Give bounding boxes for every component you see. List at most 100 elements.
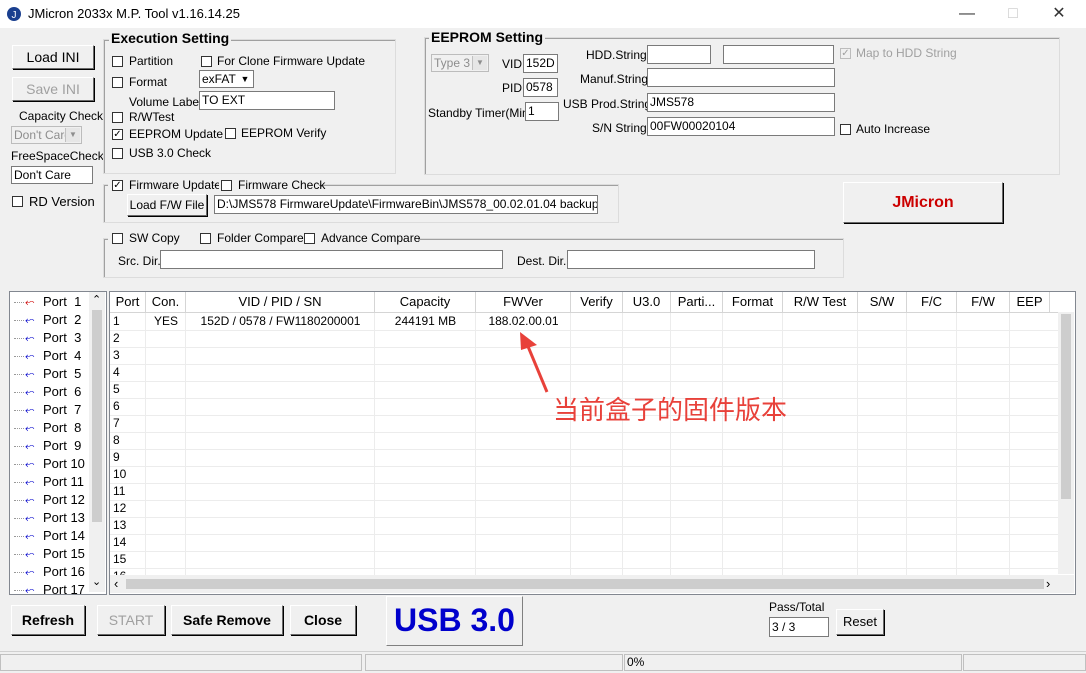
usb3-check-label: USB 3.0 Check [129,146,212,160]
column-header[interactable]: S/W [858,292,907,312]
close-button[interactable]: Close [290,605,356,635]
column-header[interactable]: Con. [146,292,186,312]
device-grid[interactable]: Port Con. VID / PID / SN Capacity FWVer Verif… [109,291,1076,595]
table-row[interactable]: 14 [110,534,1058,552]
scroll-right-icon[interactable]: › [1046,576,1050,591]
start-button[interactable]: START [97,605,165,635]
tree-connector [14,536,24,538]
standby-timer-field[interactable]: 1 [525,102,559,121]
safe-remove-button[interactable]: Safe Remove [171,605,283,635]
volume-label-field[interactable]: TO EXT [199,91,335,110]
clone-fw-checkbox[interactable] [201,56,212,67]
format-select[interactable]: exFAT ▼ [199,70,254,88]
port-tree-item[interactable]: ⬿ Port 6 [14,383,81,401]
table-row[interactable]: 1 YES 152D / 0578 / FW1180200001 244191 MB 1… [110,313,1058,331]
port-tree-item[interactable]: ⬿ Port 12 [14,491,85,509]
column-header[interactable]: Format [723,292,783,312]
column-header[interactable]: F/C [907,292,957,312]
sn-string-field[interactable]: 00FW00020104 [647,117,835,136]
vid-field[interactable]: 152D [523,54,558,73]
format-checkbox[interactable] [112,77,123,88]
table-row[interactable]: 15 [110,551,1058,569]
column-header[interactable]: Port [110,292,146,312]
map-hdd-checkbox[interactable]: ✓ [840,48,851,59]
port-tree-item[interactable]: ⬿ Port 9 [14,437,81,455]
maximize-button[interactable]: □ [990,0,1036,28]
hdd-string-field-1[interactable] [647,45,711,64]
column-header[interactable]: F/W [957,292,1010,312]
column-header[interactable]: EEP [1010,292,1050,312]
column-header[interactable]: Parti... [671,292,723,312]
hdd-string-field-2[interactable] [723,45,834,64]
fw-path-field[interactable]: D:\JMS578 FirmwareUpdate\FirmwareBin\JMS… [214,195,598,214]
scroll-left-icon[interactable]: ‹ [114,576,118,591]
table-row[interactable]: 12 [110,500,1058,518]
auto-increase-checkbox[interactable] [840,124,851,135]
column-header[interactable]: U3.0 [623,292,671,312]
usb3-check-checkbox[interactable] [112,148,123,159]
table-row[interactable]: 8 [110,432,1058,450]
eeprom-verify-checkbox[interactable] [225,128,236,139]
load-fw-file-button[interactable]: Load F/W File [127,194,207,216]
column-header[interactable]: Verify [571,292,623,312]
usb-prod-string-field[interactable]: JMS578 [647,93,835,112]
grid-vscroll[interactable] [1058,312,1074,574]
port-tree-item[interactable]: ⬿ Port 15 [14,545,85,563]
grid-hscroll[interactable]: ‹ › [110,575,1074,593]
column-header[interactable]: VID / PID / SN [186,292,375,312]
column-header[interactable]: R/W Test [783,292,858,312]
scroll-up-icon[interactable]: ⌃ [92,293,101,306]
column-header[interactable]: FWVer [476,292,571,312]
folder-compare-checkbox[interactable] [200,233,211,244]
advance-compare-checkbox[interactable] [304,233,315,244]
firmware-check-checkbox[interactable] [221,180,232,191]
column-header[interactable]: Capacity [375,292,476,312]
eeprom-type-select[interactable]: Type 3 ▼ [431,54,489,72]
table-row[interactable]: 9 [110,449,1058,467]
port-tree-item[interactable]: ⬿ Port 5 [14,365,81,383]
minimize-button[interactable]: — [944,0,990,28]
table-row[interactable]: 13 [110,517,1058,535]
rd-version-checkbox[interactable] [12,196,23,207]
port-tree-item[interactable]: ⬿ Port 16 [14,563,85,581]
src-dir-field[interactable] [160,250,503,269]
port-tree-item[interactable]: ⬿ Port 3 [14,329,81,347]
table-row[interactable]: 11 [110,483,1058,501]
refresh-button[interactable]: Refresh [11,605,85,635]
table-row[interactable]: 4 [110,364,1058,382]
port-tree-item[interactable]: ⬿ Port 17 [14,581,85,594]
port-tree-item[interactable]: ⬿ Port 4 [14,347,81,365]
port-tree-item[interactable]: ⬿ Port 10 [14,455,85,473]
sw-copy-checkbox[interactable] [112,233,123,244]
scroll-down-icon[interactable]: ⌄ [92,575,101,588]
firmware-update-checkbox[interactable]: ✓ [112,180,123,191]
eeprom-update-checkbox[interactable]: ✓ [112,129,123,140]
close-window-button[interactable]: ✕ [1036,0,1082,28]
partition-checkbox[interactable] [112,56,123,67]
reset-button[interactable]: Reset [836,609,884,635]
pid-field[interactable]: 0578 [523,78,558,97]
table-row[interactable]: 10 [110,466,1058,484]
port-tree-item[interactable]: ⬿ Port 7 [14,401,81,419]
port-tree-item[interactable]: ⬿ Port 8 [14,419,81,437]
load-ini-button[interactable]: Load INI [12,45,94,69]
capacity-check-select[interactable]: Don't Care ▼ [11,126,82,144]
manuf-string-field[interactable] [647,68,835,87]
freespace-check-field[interactable]: Don't Care [11,166,93,184]
jmicron-button[interactable]: JMicron [843,182,1003,223]
rw-test-checkbox[interactable] [112,112,123,123]
scroll-thumb[interactable] [92,310,102,522]
port-tree-item[interactable]: ⬿ Port 11 [14,473,84,491]
port-tree-item[interactable]: ⬿ Port 13 [14,509,85,527]
save-ini-button[interactable]: Save INI [12,77,94,101]
pass-total-field[interactable]: 3 / 3 [769,617,829,637]
table-row[interactable]: 2 [110,330,1058,348]
port-tree-item[interactable]: ⬿ Port 2 [14,311,81,329]
grid-hscroll-thumb[interactable] [126,579,1044,589]
port-tree-scrollbar[interactable]: ⌃ ⌄ [89,292,105,592]
port-tree-item[interactable]: ⬿ Port 1 [14,293,81,311]
dest-dir-field[interactable] [567,250,815,269]
grid-vscroll-thumb[interactable] [1061,314,1071,499]
table-row[interactable]: 3 [110,347,1058,365]
port-tree-item[interactable]: ⬿ Port 14 [14,527,85,545]
